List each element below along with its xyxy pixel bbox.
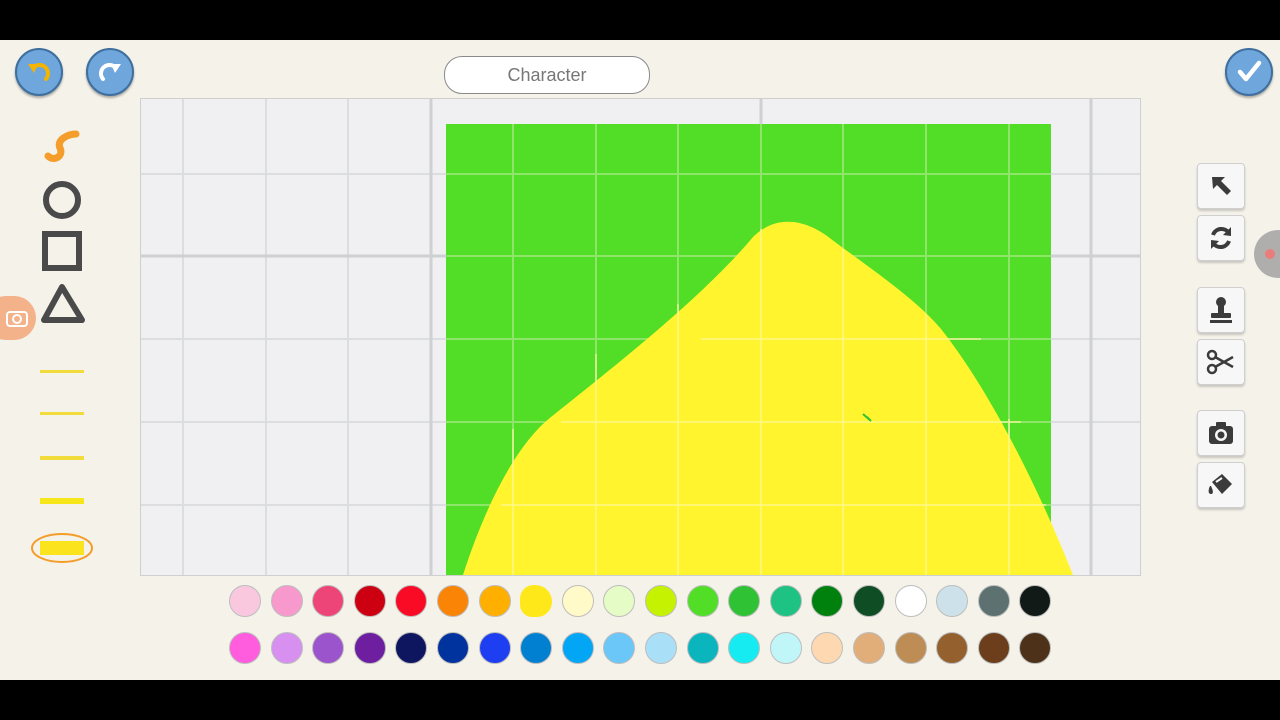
color-swatch[interactable] xyxy=(395,585,428,617)
redo-arrow-icon xyxy=(99,63,121,81)
triangle-tool-button[interactable] xyxy=(40,282,88,331)
checkmark-icon xyxy=(1237,60,1262,82)
color-swatch[interactable] xyxy=(645,632,677,664)
line-width-marker[interactable] xyxy=(30,528,94,573)
squiggle-pen-icon xyxy=(44,130,80,162)
color-swatch[interactable] xyxy=(977,585,1010,617)
circle-tool-button[interactable] xyxy=(40,178,86,227)
camera-icon xyxy=(1209,422,1233,444)
camera-icon xyxy=(6,311,28,327)
color-swatch[interactable] xyxy=(312,585,345,617)
line-width-medium[interactable] xyxy=(40,412,84,415)
color-swatch[interactable] xyxy=(270,632,303,664)
color-swatch[interactable] xyxy=(353,632,386,664)
color-swatch[interactable] xyxy=(769,632,802,664)
color-swatch[interactable] xyxy=(936,632,969,664)
color-swatch[interactable] xyxy=(603,585,636,617)
color-swatch[interactable] xyxy=(478,585,511,617)
circle-shape-icon xyxy=(43,181,81,219)
selected-marker-icon xyxy=(31,533,93,563)
color-swatch[interactable] xyxy=(1019,585,1052,617)
stamp-tool-button[interactable] xyxy=(1197,287,1245,333)
color-swatch[interactable] xyxy=(853,585,885,617)
confirm-button[interactable] xyxy=(1225,48,1273,96)
color-swatch-selected[interactable] xyxy=(520,585,553,617)
color-swatch[interactable] xyxy=(520,632,553,664)
top-letterbox xyxy=(0,0,1280,40)
camera-tool-button[interactable] xyxy=(1197,410,1245,456)
color-swatch[interactable] xyxy=(728,585,761,617)
color-swatch[interactable] xyxy=(894,632,927,664)
line-width-thin[interactable] xyxy=(40,370,84,373)
color-swatch[interactable] xyxy=(1019,632,1052,664)
color-swatch[interactable] xyxy=(728,632,761,664)
color-swatch[interactable] xyxy=(478,632,511,664)
color-swatch[interactable] xyxy=(603,632,636,664)
color-swatch[interactable] xyxy=(561,585,594,617)
cut-tool-button[interactable] xyxy=(1197,339,1245,385)
color-swatch[interactable] xyxy=(395,632,428,664)
color-swatch[interactable] xyxy=(229,632,261,664)
floating-screenshot-button[interactable] xyxy=(0,296,36,340)
arrow-pointer-icon xyxy=(1212,177,1231,195)
character-name-field[interactable]: Character xyxy=(444,56,650,94)
color-swatch[interactable] xyxy=(229,585,261,617)
stamp-icon xyxy=(1210,297,1232,323)
fill-tool-button[interactable] xyxy=(1197,462,1245,508)
triangle-shape-icon xyxy=(41,284,85,323)
redo-button[interactable] xyxy=(86,48,134,96)
undo-arrow-icon xyxy=(28,63,50,81)
rectangle-tool-button[interactable] xyxy=(40,230,86,279)
color-swatch[interactable] xyxy=(353,585,386,617)
color-swatch[interactable] xyxy=(811,585,844,617)
line-width-extra-thick[interactable] xyxy=(40,498,84,504)
color-swatch[interactable] xyxy=(686,632,719,664)
color-swatch[interactable] xyxy=(936,585,969,617)
color-swatch[interactable] xyxy=(853,632,885,664)
color-swatch[interactable] xyxy=(811,632,844,664)
select-tool-button[interactable] xyxy=(1197,163,1245,209)
color-swatch[interactable] xyxy=(312,632,345,664)
record-dot xyxy=(1265,249,1275,259)
color-swatch[interactable] xyxy=(894,585,927,617)
paint-bucket-icon xyxy=(1208,474,1232,494)
floating-record-button[interactable] xyxy=(1254,230,1280,278)
canvas-artwork xyxy=(141,99,1140,575)
freehand-tool-button[interactable] xyxy=(40,126,88,171)
color-swatch[interactable] xyxy=(645,585,677,617)
undo-button[interactable] xyxy=(15,48,63,96)
scissors-icon xyxy=(1206,349,1234,375)
bottom-letterbox xyxy=(0,680,1280,720)
rotate-icon xyxy=(1211,227,1231,249)
color-swatch[interactable] xyxy=(270,585,303,617)
drawing-app: Character xyxy=(0,40,1280,680)
color-swatch[interactable] xyxy=(561,632,594,664)
square-shape-icon xyxy=(42,231,82,271)
color-swatch[interactable] xyxy=(437,632,469,664)
color-swatch[interactable] xyxy=(437,585,469,617)
rotate-tool-button[interactable] xyxy=(1197,215,1245,261)
color-swatch[interactable] xyxy=(769,585,802,617)
line-width-thick[interactable] xyxy=(40,456,84,460)
drawing-canvas[interactable] xyxy=(140,98,1141,576)
color-swatch[interactable] xyxy=(977,632,1010,664)
color-swatch[interactable] xyxy=(686,585,719,617)
